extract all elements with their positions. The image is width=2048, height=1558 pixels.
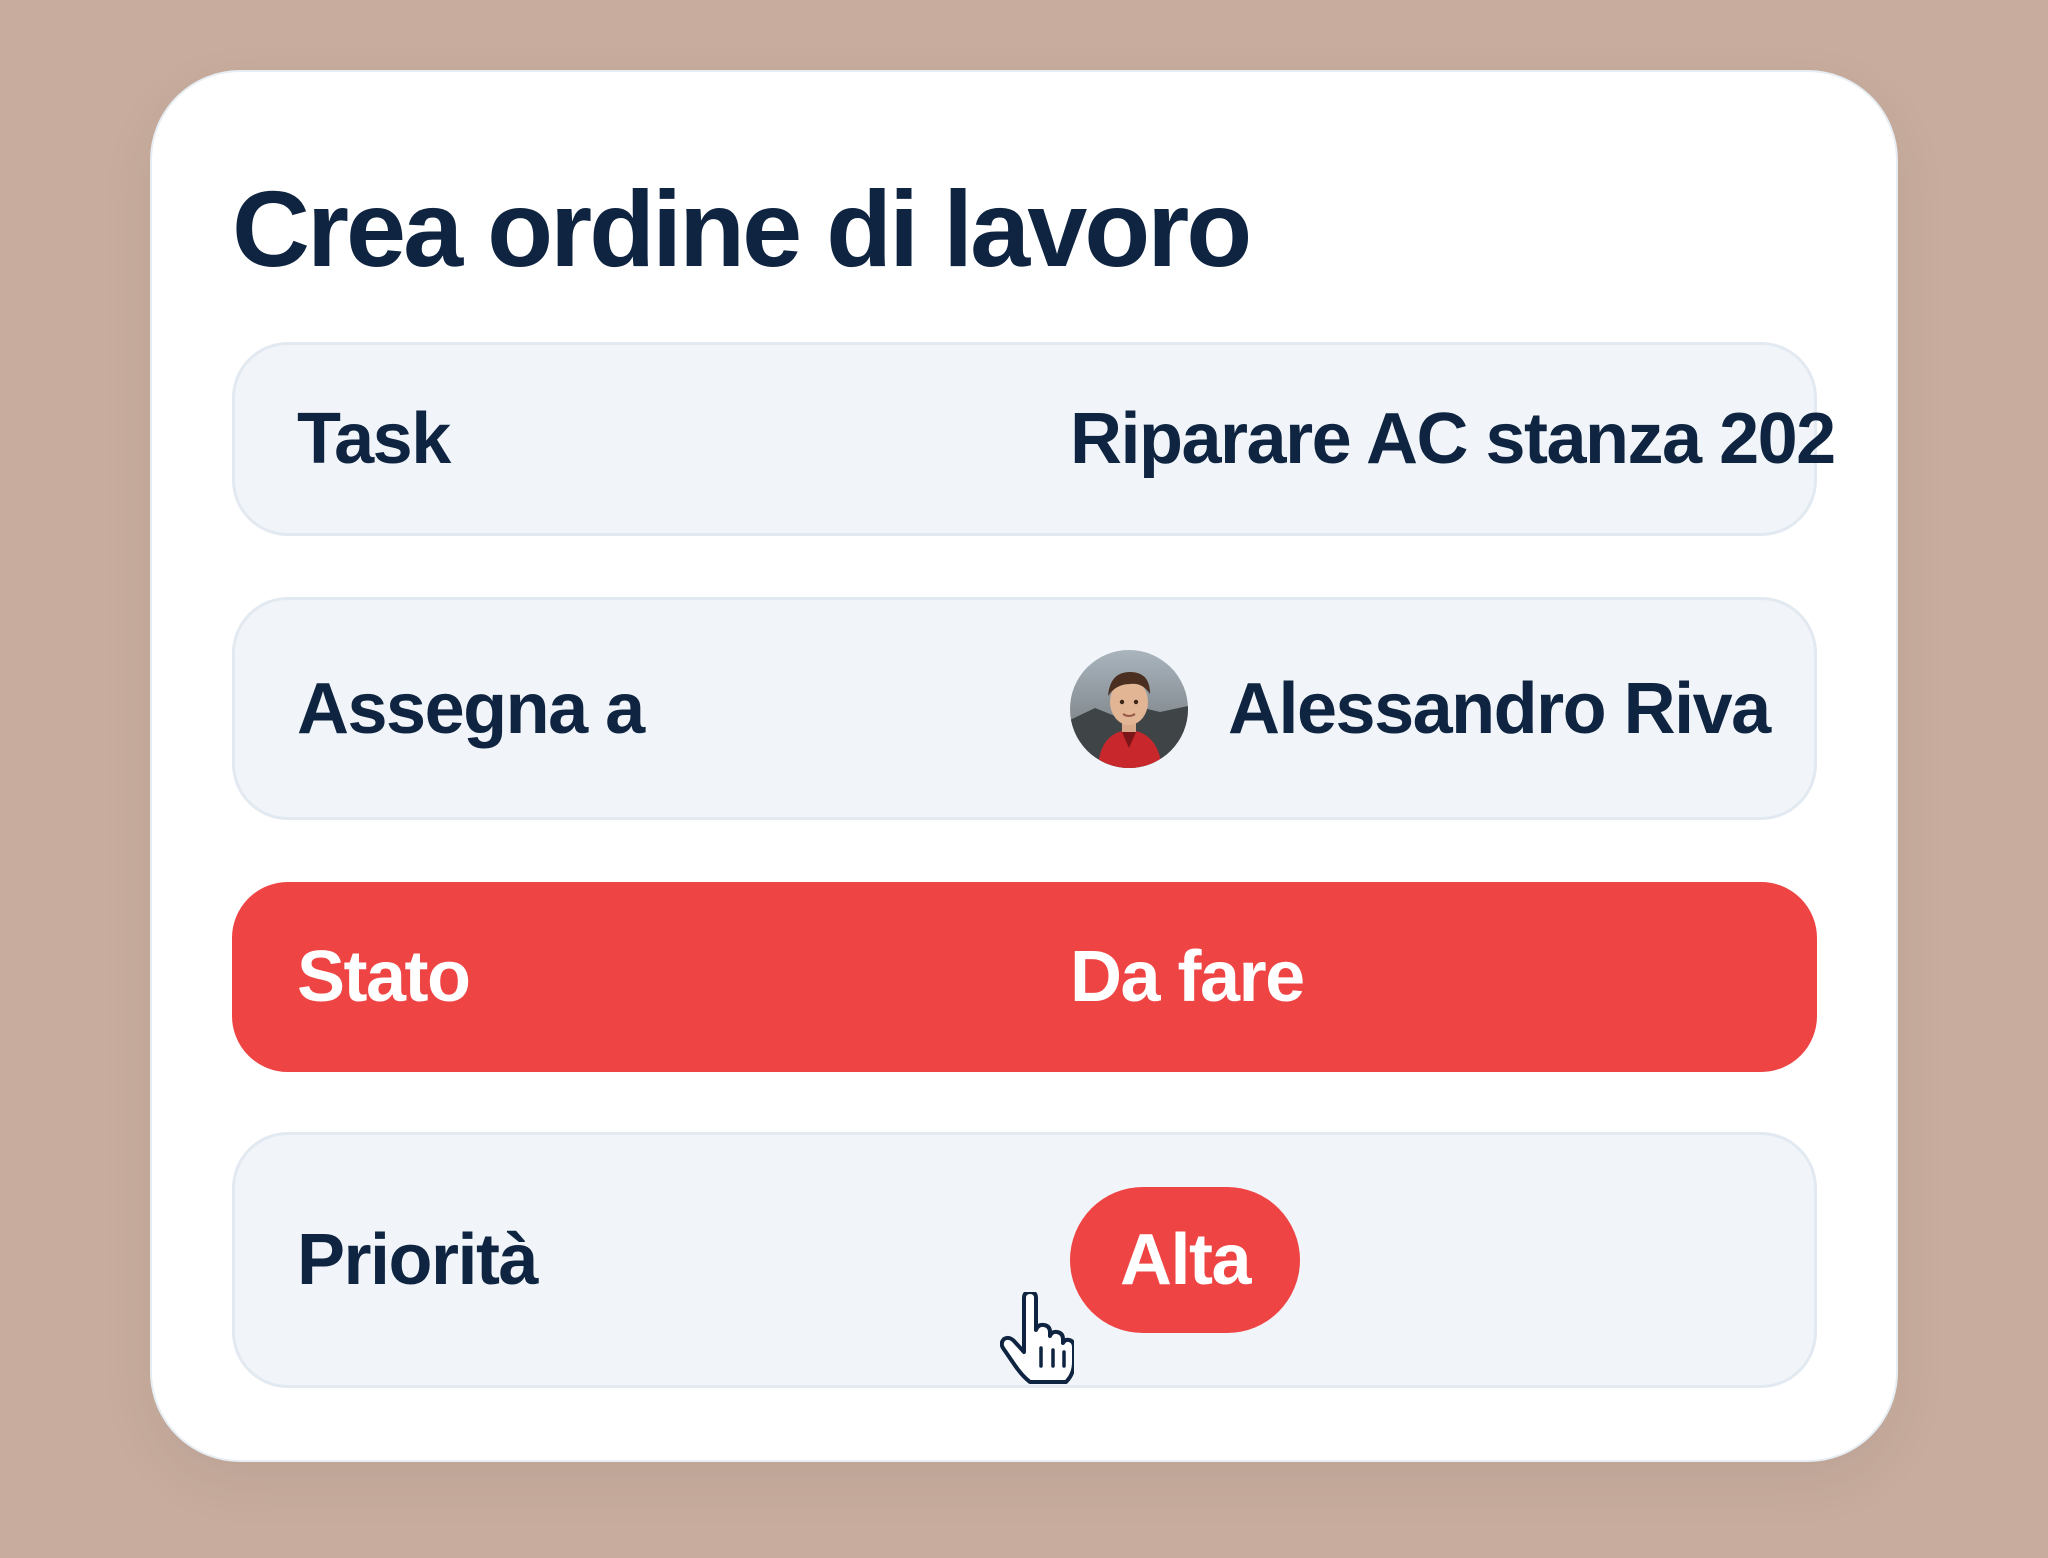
task-value[interactable]: Riparare AC stanza 202	[1070, 398, 1836, 480]
work-order-card: Crea ordine di lavoro Task Riparare AC s…	[150, 70, 1898, 1462]
hand-pointer-icon	[1000, 1292, 1074, 1384]
assignee-field[interactable]: Assegna a Alessandro Riva	[232, 597, 1817, 820]
status-label: Stato	[297, 937, 471, 1017]
status-field[interactable]: Stato Da fare	[232, 882, 1817, 1072]
priority-label: Priorità	[297, 1220, 539, 1300]
priority-value-wrapper: Alta	[1070, 1187, 1301, 1333]
user-avatar-photo-icon	[1070, 649, 1188, 768]
assignee-label: Assegna a	[297, 668, 645, 749]
priority-badge[interactable]: Alta	[1070, 1187, 1301, 1333]
assignee-value[interactable]: Alessandro Riva	[1070, 649, 1771, 768]
page-title: Crea ordine di lavoro	[232, 168, 1252, 289]
avatar	[1070, 649, 1188, 768]
task-field[interactable]: Task Riparare AC stanza 202	[232, 342, 1836, 536]
assignee-name: Alessandro Riva	[1228, 668, 1771, 749]
task-label: Task	[297, 399, 451, 479]
status-value[interactable]: Da fare	[1070, 936, 1305, 1018]
